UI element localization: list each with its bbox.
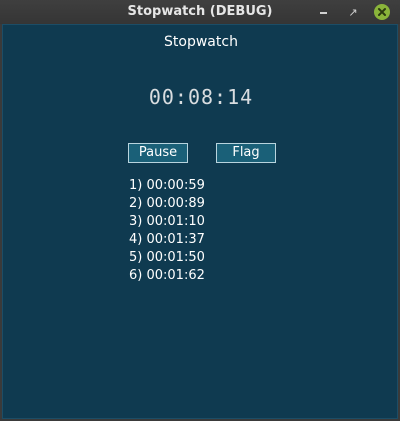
- minimize-icon: [319, 12, 327, 14]
- elapsed-time-display: 00:08:14: [148, 85, 254, 109]
- window-titlebar[interactable]: Stopwatch (DEBUG) ↗: [0, 0, 400, 24]
- maximize-icon: ↗: [348, 5, 358, 19]
- app-title: Stopwatch: [164, 34, 238, 50]
- maximize-button[interactable]: ↗: [344, 3, 362, 21]
- pause-button[interactable]: Pause: [128, 143, 188, 163]
- lap-item: 4) 00:01:37: [129, 232, 205, 247]
- lap-item: 2) 00:00:89: [129, 196, 205, 211]
- flag-button[interactable]: Flag: [216, 143, 276, 163]
- window-title: Stopwatch (DEBUG): [127, 4, 273, 19]
- close-button[interactable]: [373, 3, 391, 21]
- close-icon: [374, 4, 390, 20]
- lap-item: 3) 00:01:10: [129, 214, 205, 229]
- minimize-button[interactable]: [314, 3, 332, 21]
- app-window: Stopwatch (DEBUG) ↗ Stopwatch 00:08:14 P…: [0, 0, 400, 421]
- lap-item: 1) 00:00:59: [129, 178, 205, 193]
- lap-item: 5) 00:01:50: [129, 250, 205, 265]
- lap-item: 6) 00:01:62: [129, 268, 205, 283]
- lap-list: 1) 00:00:59 2) 00:00:89 3) 00:01:10 4) 0…: [129, 177, 205, 285]
- stopwatch-panel: Stopwatch 00:08:14 Pause Flag 1) 00:00:5…: [2, 24, 398, 419]
